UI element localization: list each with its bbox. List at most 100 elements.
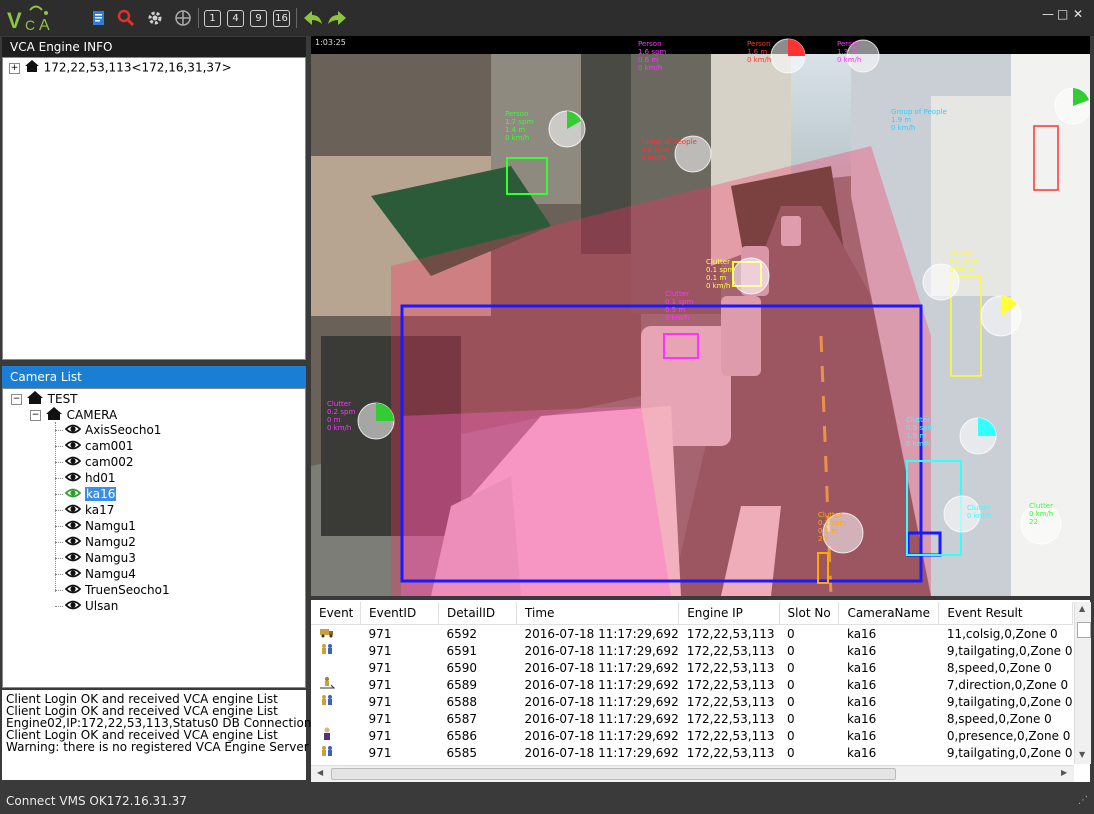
camera-item[interactable]: hd01 — [55, 470, 116, 486]
camera-item[interactable]: ka16 — [55, 486, 117, 502]
column-header[interactable]: Engine IP — [678, 602, 780, 625]
camera-item[interactable]: ka17 — [55, 502, 114, 518]
tree-connector — [55, 446, 63, 447]
scroll-up-icon[interactable]: ▲ — [1079, 604, 1085, 613]
back-arrow-icon[interactable] — [302, 9, 324, 27]
scrollbar-thumb[interactable] — [331, 768, 896, 780]
event-result-cell: 0,presence,0,Zone 0 — [946, 728, 1071, 743]
event-row[interactable]: 971 6585 2016-07-18 11:17:29,692 172,22,53,… — [311, 744, 1073, 761]
tree-connector — [55, 542, 63, 543]
tree-connector — [55, 478, 63, 479]
camera-label: ka17 — [85, 503, 115, 517]
column-header[interactable]: CameraName — [838, 602, 940, 625]
grid-icon[interactable] — [174, 9, 192, 27]
forward-arrow-icon[interactable] — [326, 9, 348, 27]
camera-name-cell: ka16 — [846, 711, 877, 726]
detection-label: Group of People 1.9 m 0 km/h — [891, 108, 947, 132]
camera-panel-title: Camera List — [2, 366, 306, 388]
event-id-cell: 971 — [368, 694, 392, 709]
resize-grip-icon[interactable]: ⋰ — [1078, 788, 1088, 814]
camera-name-cell: ka16 — [846, 745, 877, 760]
minimize-button[interactable]: — — [1042, 7, 1054, 21]
time-cell: 2016-07-18 11:17:29,692 — [524, 745, 679, 760]
detection-label: Person 1.3 m 0 km/h — [837, 40, 862, 64]
expand-icon[interactable]: + — [9, 62, 20, 74]
camera-label: Namgu1 — [85, 519, 136, 533]
event-id-cell: 971 — [368, 677, 392, 692]
maximize-button[interactable]: □ — [1057, 7, 1068, 21]
scrollbar-thumb[interactable] — [1077, 622, 1091, 638]
camera-name-cell: ka16 — [846, 728, 877, 743]
event-row[interactable]: 971 6586 2016-07-18 11:17:29,692 172,22,53,… — [311, 727, 1073, 744]
slot-cell: 0 — [787, 677, 795, 692]
event-row[interactable]: 971 6592 2016-07-18 11:17:29,692 172,22,53,… — [311, 625, 1073, 643]
log-panel: Client Login OK and received VCA engine … — [2, 690, 333, 780]
event-row[interactable]: 971 6588 2016-07-18 11:17:29,692 172,22,53,… — [311, 693, 1073, 710]
event-icon-cell — [311, 727, 361, 744]
camera-item[interactable]: Namgu1 — [55, 518, 136, 534]
video-view[interactable]: 1:03:25 Person 1.7 spm 1.4 m 0 km/h Pers… — [311, 36, 1090, 596]
column-header[interactable]: Event Result — [938, 602, 1073, 625]
engine-ip-cell: 172,22,53,113 — [686, 643, 775, 658]
camera-item[interactable]: TruenSeocho1 — [55, 582, 170, 598]
slot-cell: 0 — [787, 728, 795, 743]
camera-label: Namgu2 — [85, 535, 136, 549]
camera-item[interactable]: cam002 — [55, 454, 134, 470]
scroll-left-icon[interactable]: ◀ — [317, 768, 323, 777]
camera-item[interactable]: cam001 — [55, 438, 134, 454]
camera-item[interactable]: Namgu4 — [55, 566, 136, 582]
event-icon-cell — [311, 693, 361, 710]
column-header[interactable]: DetailID — [438, 602, 518, 625]
eye-icon — [64, 535, 82, 551]
event-id-cell: 971 — [368, 626, 392, 641]
search-icon[interactable] — [117, 9, 135, 27]
column-header[interactable]: Event — [311, 602, 362, 625]
layout-9-button[interactable]: 9 — [250, 10, 267, 27]
event-result-cell: 9,tailgating,0,Zone 0 — [946, 694, 1073, 709]
layout-1-button[interactable]: 1 — [204, 10, 221, 27]
slot-cell: 0 — [787, 745, 795, 760]
collapse-icon[interactable]: − — [30, 410, 41, 421]
event-result-cell: 8,speed,0,Zone 0 — [946, 660, 1052, 675]
horizontal-scrollbar[interactable]: ◀ ▶ — [311, 765, 1074, 782]
close-button[interactable]: ✕ — [1073, 7, 1083, 21]
slot-cell: 0 — [787, 626, 795, 641]
event-row[interactable]: 971 6589 2016-07-18 11:17:29,692 172,22,53,… — [311, 676, 1073, 693]
eye-icon — [64, 423, 82, 439]
tree-group-camera[interactable]: − CAMERA — [30, 406, 117, 422]
gear-icon[interactable] — [146, 9, 164, 27]
layout-4-button[interactable]: 4 — [227, 10, 244, 27]
scroll-down-icon[interactable]: ▼ — [1079, 750, 1085, 759]
event-row[interactable]: 971 6587 2016-07-18 11:17:29,692 172,22,53,… — [311, 710, 1073, 727]
camera-label: Namgu4 — [85, 567, 136, 581]
person-icon — [319, 727, 335, 744]
tree-connector — [55, 574, 63, 575]
column-header[interactable]: EventID — [360, 602, 439, 625]
camera-item[interactable]: Namgu3 — [55, 550, 136, 566]
event-id-cell: 971 — [368, 745, 392, 760]
collapse-icon[interactable]: − — [11, 394, 22, 405]
layout-16-button[interactable]: 16 — [273, 10, 290, 27]
eye-icon — [64, 567, 82, 583]
camera-label: hd01 — [85, 471, 116, 485]
engine-tree-node[interactable]: + 172,22,53,113<172,16,31,37> — [9, 59, 232, 75]
tree-connector — [55, 558, 63, 559]
slot-cell: 0 — [787, 660, 795, 675]
engine-node-label: 172,22,53,113<172,16,31,37> — [43, 60, 232, 75]
event-row[interactable]: 971 6590 2016-07-18 11:17:29,692 172,22,53,… — [311, 659, 1073, 676]
event-row[interactable]: 971 6591 2016-07-18 11:17:29,692 172,22,53,… — [311, 642, 1073, 659]
detection-label: Clutter 0.5 spm 1.9 m 0 km/h — [906, 416, 935, 448]
tree-root-test[interactable]: − TEST — [11, 390, 78, 406]
camera-name-cell: ka16 — [846, 660, 877, 675]
vertical-scrollbar[interactable]: ▲ ▼ — [1074, 602, 1091, 764]
event-result-cell: 9,tailgating,0,Zone 0 — [946, 643, 1073, 658]
camera-item[interactable]: Namgu2 — [55, 534, 136, 550]
tree-connector — [55, 606, 63, 607]
column-header[interactable]: Slot No — [779, 602, 840, 625]
camera-item[interactable]: AxisSeocho1 — [55, 422, 161, 438]
detection-label: Clutter 0.1 spm 0.5 m 0 km/h — [665, 290, 694, 322]
camera-item[interactable]: Ulsan — [55, 598, 118, 614]
scroll-right-icon[interactable]: ▶ — [1061, 768, 1067, 777]
column-header[interactable]: Time — [516, 602, 680, 625]
document-icon[interactable] — [90, 9, 108, 27]
